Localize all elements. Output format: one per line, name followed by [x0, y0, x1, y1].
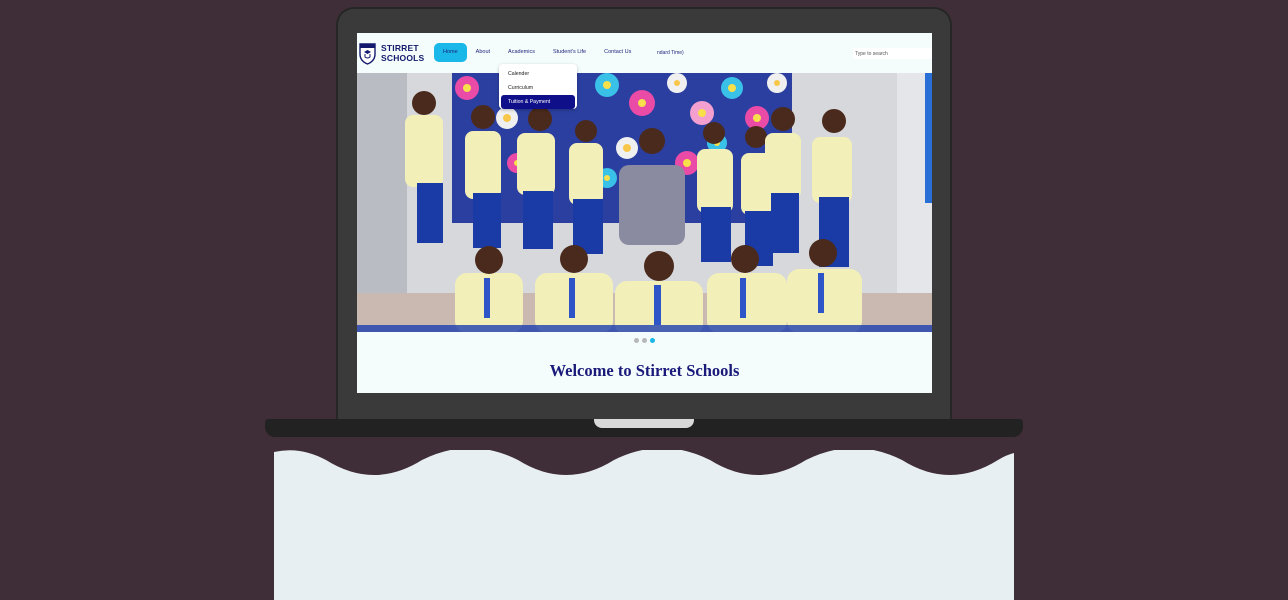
nav-home[interactable]: Home	[434, 43, 467, 62]
brand-line-2: SCHOOLS	[381, 53, 425, 63]
nav-contact-us[interactable]: Contact Us	[595, 43, 640, 62]
carousel-indicators	[634, 338, 655, 343]
brand-line-1: STIRRET	[381, 43, 419, 53]
welcome-heading: Welcome to Stirret Schools	[549, 361, 740, 380]
brand-name: STIRRET SCHOOLS	[381, 43, 424, 63]
shield-logo-icon	[359, 43, 376, 65]
laptop-notch	[594, 419, 694, 428]
menu-item-calender[interactable]: Calender	[501, 67, 575, 81]
academics-dropdown: Calender Curriculum Tuition & Payment	[499, 64, 577, 109]
navbar: STIRRET SCHOOLS Home About Academics Stu…	[357, 33, 932, 73]
carousel-dot-1[interactable]	[634, 338, 639, 343]
laptop-screen: STIRRET SCHOOLS Home About Academics Stu…	[357, 33, 932, 393]
search-input[interactable]	[853, 48, 932, 59]
wave-panel	[274, 450, 1014, 600]
menu-item-curriculum[interactable]: Curriculum	[501, 81, 575, 95]
carousel-dot-3[interactable]	[650, 338, 655, 343]
carousel-dot-2[interactable]	[642, 338, 647, 343]
hero-photo	[357, 73, 932, 332]
logo[interactable]: STIRRET SCHOOLS	[358, 41, 424, 65]
nav-menu: Home About Academics Student's Life Cont…	[434, 43, 640, 62]
nav-about[interactable]: About	[467, 43, 499, 62]
time-label: ndard Time)	[657, 50, 684, 56]
menu-item-tuition-payment[interactable]: Tuition & Payment	[501, 95, 575, 109]
nav-academics[interactable]: Academics	[499, 43, 544, 62]
nav-students-life[interactable]: Student's Life	[544, 43, 595, 62]
hero-image	[357, 73, 932, 332]
